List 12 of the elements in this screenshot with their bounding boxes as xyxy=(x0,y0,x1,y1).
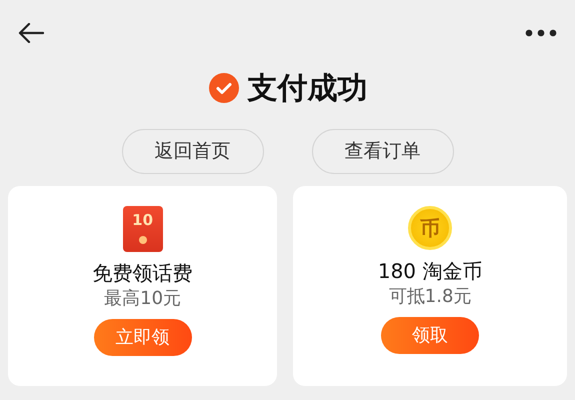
reward-subtitle: 最高10元 xyxy=(104,287,182,311)
reward-title: 180 淘金币 xyxy=(378,258,482,284)
reward-subtitle: 可抵1.8元 xyxy=(388,285,472,309)
nav-button[interactable]: 查看订单 xyxy=(312,129,454,174)
nav-button[interactable]: 返回首页 xyxy=(122,129,264,174)
coin-icon: 币 xyxy=(408,206,452,250)
reward-title: 免费领话费 xyxy=(92,260,193,286)
page-title: 支付成功 xyxy=(248,70,368,108)
success-check-icon xyxy=(208,72,240,104)
envelope-icon: 10 xyxy=(122,206,163,252)
back-icon[interactable] xyxy=(18,23,44,43)
more-icon[interactable] xyxy=(525,29,557,37)
